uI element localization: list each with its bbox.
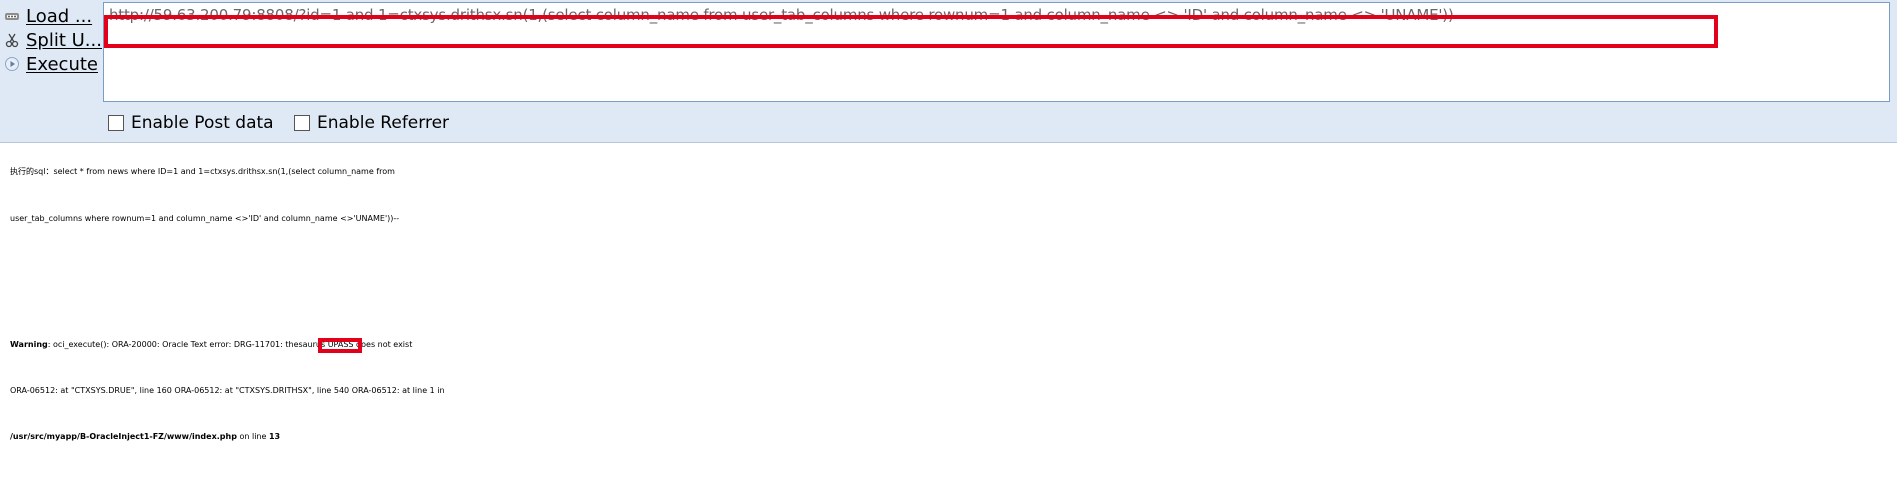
warning-line-1: Warning: oci_execute(): ORA-20000: Oracl… xyxy=(10,322,1890,368)
split-url-label: Split U... xyxy=(26,29,102,51)
url-input[interactable]: http://59.63.200.79:8808/?id=1 and 1=ctx… xyxy=(103,2,1890,102)
split-url-icon xyxy=(4,32,20,48)
warning-line-number: 13 xyxy=(268,432,281,441)
warning-file-path: /usr/src/myapp/B-OracleInject1-FZ/www/in… xyxy=(10,432,237,441)
checkbox-box[interactable] xyxy=(294,115,310,131)
enable-referrer-label: Enable Referrer xyxy=(317,113,450,133)
hackbar-toolbar: Load ... Split U... Execute http://59.63… xyxy=(0,0,1897,143)
warning-label: Warning xyxy=(10,340,48,349)
warning-text-1: : oci_execute(): ORA-20000: Oracle Text … xyxy=(47,340,328,349)
enable-post-data-checkbox[interactable]: Enable Post data xyxy=(108,112,274,134)
page-output: 执行的sql：select * from news where ID=1 and… xyxy=(10,148,1890,242)
warning-text-2: does not exist xyxy=(353,340,413,349)
warning-highlight-text: UPASS xyxy=(327,340,354,349)
php-warning: Warning: oci_execute(): ORA-20000: Oracl… xyxy=(10,322,1890,460)
url-input-value: http://59.63.200.79:8808/?id=1 and 1=ctx… xyxy=(109,6,1465,24)
warning-line-3: /usr/src/myapp/B-OracleInject1-FZ/www/in… xyxy=(10,414,1890,460)
execute-label: Execute xyxy=(26,53,98,75)
load-url-button[interactable]: Load ... xyxy=(0,3,92,29)
executed-sql-line-1: 执行的sql：select * from news where ID=1 and… xyxy=(10,167,395,176)
split-url-button[interactable]: Split U... xyxy=(0,27,102,53)
load-url-icon xyxy=(4,8,20,24)
execute-icon xyxy=(4,56,20,72)
warning-line-2: ORA-06512: at "CTXSYS.DRUE", line 160 OR… xyxy=(10,386,445,395)
load-url-label: Load ... xyxy=(26,5,93,27)
executed-sql-line-2: user_tab_columns where rownum=1 and colu… xyxy=(10,214,400,223)
checkbox-box[interactable] xyxy=(108,115,124,131)
enable-referrer-checkbox[interactable]: Enable Referrer xyxy=(294,112,449,134)
execute-button[interactable]: Execute xyxy=(0,51,98,77)
enable-post-data-label: Enable Post data xyxy=(131,113,274,133)
warning-on-line: on line xyxy=(236,432,269,441)
